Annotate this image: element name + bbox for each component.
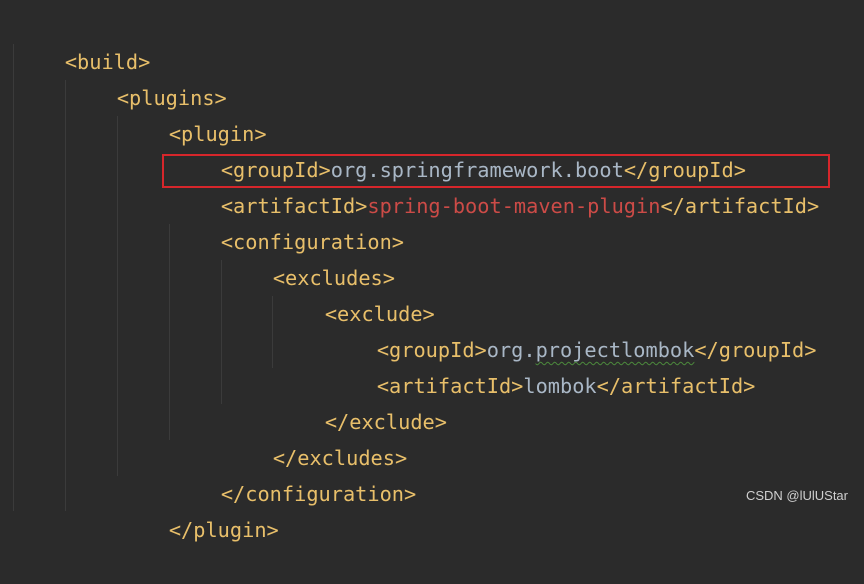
code-line-build-open[interactable]: <build>: [16, 8, 150, 74]
code-line-excludes-close[interactable]: </excludes>: [224, 404, 407, 470]
indent-guide: [272, 296, 273, 368]
code-line-configuration-close[interactable]: </configuration>: [172, 440, 416, 506]
code-line-exclude-open[interactable]: <exclude>: [276, 260, 435, 326]
xml-value: lombok: [523, 374, 597, 398]
xml-tag: </artifactId>: [660, 194, 820, 218]
xml-tag: </plugin>: [168, 518, 279, 542]
code-editor[interactable]: <build> <plugins> <plugin> <groupId>org.…: [0, 0, 864, 542]
indent-guide: [221, 260, 222, 404]
xml-value-highlighted: spring-boot-maven-plugin: [367, 194, 661, 218]
code-line-artifactid-lombok[interactable]: <artifactId>lombok</artifactId>: [328, 332, 756, 398]
code-line-excludes-open[interactable]: <excludes>: [224, 224, 395, 290]
indent-guide: [13, 44, 14, 511]
indent-guide: [117, 116, 118, 476]
indent-guide: [65, 80, 66, 511]
xml-tag: </artifactId>: [596, 374, 756, 398]
code-line-groupid-spring[interactable]: <groupId>org.springframework.boot</group…: [172, 116, 746, 182]
code-line-groupid-lombok[interactable]: <groupId>org.projectlombok</groupId>: [328, 296, 817, 362]
indent-guide: [169, 224, 170, 440]
code-line-plugins-open[interactable]: <plugins>: [68, 44, 227, 110]
code-line-plugin-close[interactable]: </plugin>: [120, 476, 279, 542]
highlight-annotation-box: [162, 154, 830, 188]
code-line-exclude-close[interactable]: </exclude>: [276, 368, 447, 434]
code-line-configuration-open[interactable]: <configuration>: [172, 188, 404, 254]
code-line-plugin-open[interactable]: <plugin>: [120, 80, 267, 146]
watermark: CSDN @lUlUStar: [745, 488, 848, 503]
